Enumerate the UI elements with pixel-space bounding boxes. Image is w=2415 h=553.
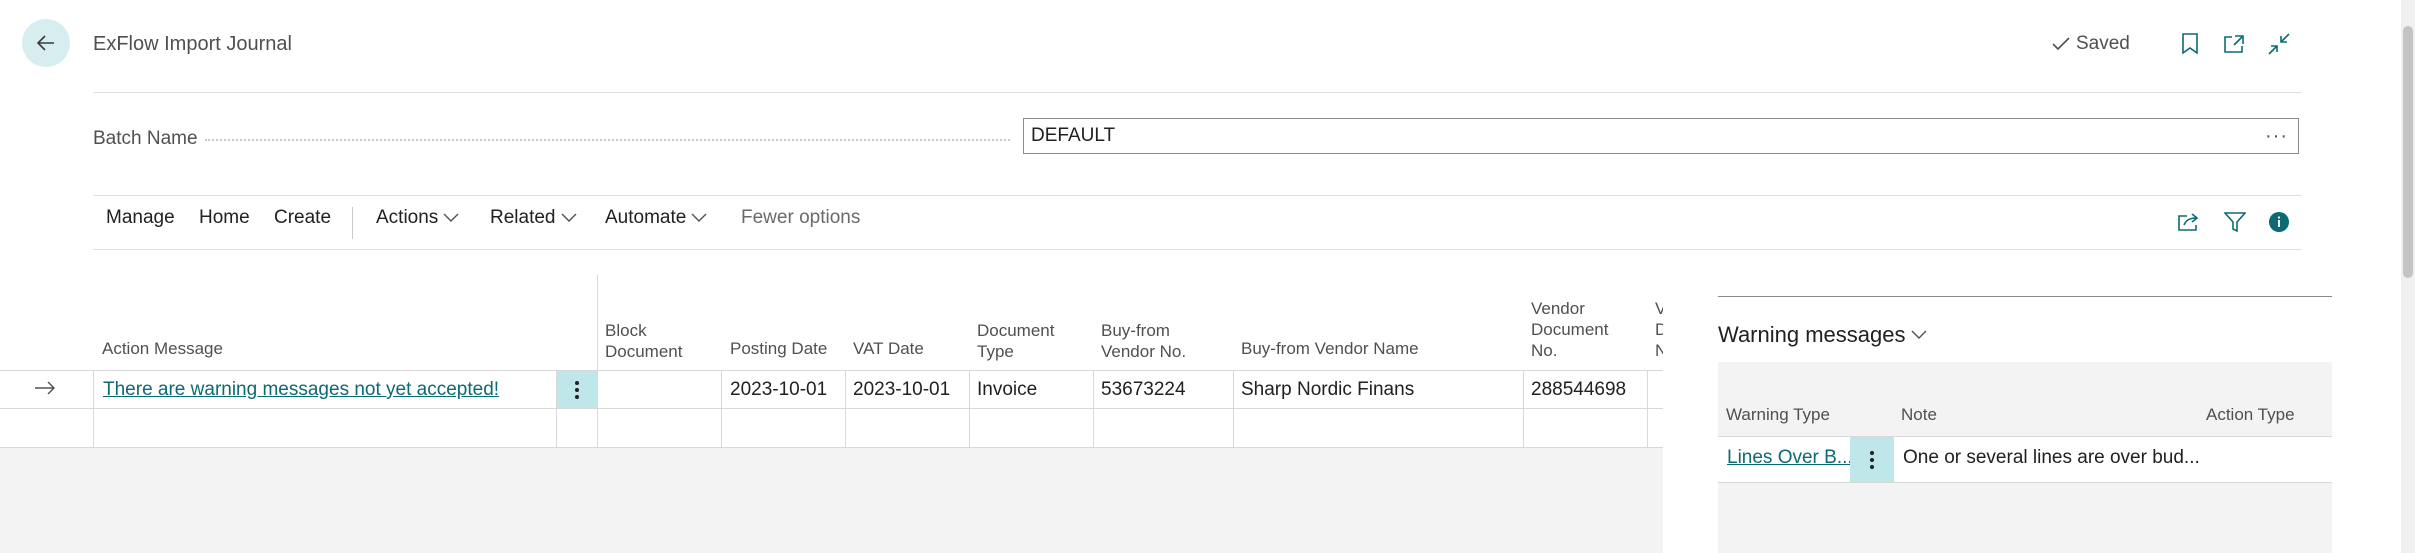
- actionbar-separator: [352, 207, 353, 239]
- grid-col-line: [721, 370, 722, 448]
- document-type-cell[interactable]: Invoice: [977, 379, 1037, 401]
- share-button[interactable]: [2175, 208, 2203, 236]
- vertical-ellipsis-icon: [575, 380, 579, 399]
- vendor-document-no-cell[interactable]: 288544698: [1531, 379, 1626, 401]
- warning-messages-toggle[interactable]: Warning messages: [1718, 322, 1927, 348]
- actionbar-top-divider: [93, 195, 2302, 196]
- open-in-new-window-button[interactable]: [2220, 30, 2248, 58]
- chevron-down-icon: [561, 213, 576, 222]
- collapse-button[interactable]: [2265, 30, 2293, 58]
- filter-icon: [2224, 212, 2246, 233]
- grid-col-line: [1093, 370, 1094, 448]
- grid-col-line: [1647, 370, 1648, 448]
- info-icon: [2269, 212, 2289, 232]
- col-buy-from-vendor-no[interactable]: Buy-from Vendor No.: [1101, 320, 1186, 362]
- col-vat-date[interactable]: VAT Date: [853, 338, 924, 359]
- panel-top-divider: [1718, 296, 2332, 297]
- batch-name-value: DEFAULT: [1031, 125, 1116, 146]
- col-document-type[interactable]: Document Type: [977, 320, 1054, 362]
- chevron-down-icon: [691, 213, 707, 222]
- warning-type-link[interactable]: Lines Over B...: [1727, 447, 1853, 469]
- posting-date-cell[interactable]: 2023-10-01: [730, 379, 827, 401]
- arrow-left-icon: [36, 35, 54, 51]
- vendor-no-cell[interactable]: 53673224: [1101, 379, 1186, 401]
- saved-status: Saved: [2052, 33, 2130, 55]
- bookmark-icon: [2182, 33, 2198, 55]
- col-action-type[interactable]: Action Type: [2206, 404, 2295, 425]
- grid-row-line: [0, 408, 1663, 409]
- scrollbar-thumb[interactable]: [2403, 26, 2413, 278]
- menu-create[interactable]: Create: [274, 207, 331, 229]
- collapse-icon: [2268, 33, 2290, 55]
- share-icon: [2178, 213, 2199, 231]
- back-button[interactable]: [22, 19, 70, 67]
- chevron-down-icon: [443, 213, 459, 222]
- action-message-link[interactable]: There are warning messages not yet accep…: [103, 379, 499, 401]
- vertical-ellipsis-icon: [1870, 450, 1874, 469]
- current-row-indicator: [34, 380, 56, 401]
- page-title: ExFlow Import Journal: [93, 33, 292, 55]
- fewer-options-button[interactable]: Fewer options: [741, 207, 860, 229]
- open-in-new-window-icon: [2224, 35, 2244, 53]
- grid-col-line: [1233, 370, 1234, 448]
- col-warning-type[interactable]: Warning Type: [1726, 404, 1830, 425]
- field-leader-dots: [205, 139, 1010, 141]
- grid-header-line: [0, 370, 1663, 371]
- col-truncated[interactable]: VDN: [1655, 298, 1663, 361]
- menu-manage[interactable]: Manage: [106, 207, 175, 229]
- row-menu-button[interactable]: [557, 371, 597, 408]
- vat-date-cell[interactable]: 2023-10-01: [853, 379, 950, 401]
- warning-note-cell[interactable]: One or several lines are over bud...: [1903, 447, 2200, 469]
- grid-empty-area: [0, 448, 1663, 553]
- col-note[interactable]: Note: [1901, 404, 1937, 425]
- batch-name-label: Batch Name: [93, 128, 198, 149]
- batch-name-input[interactable]: DEFAULT ···: [1023, 118, 2299, 154]
- grid-row-line: [0, 447, 1663, 448]
- col-buy-from-vendor-name[interactable]: Buy-from Vendor Name: [1241, 338, 1419, 359]
- col-posting-date[interactable]: Posting Date: [730, 338, 827, 359]
- info-button[interactable]: [2265, 208, 2293, 236]
- warning-row-line: [1718, 482, 2332, 483]
- vendor-name-cell[interactable]: Sharp Nordic Finans: [1241, 379, 1414, 401]
- menu-automate[interactable]: Automate: [605, 207, 707, 229]
- grid-col-line: [597, 275, 598, 448]
- warning-row-line: [1718, 436, 2332, 437]
- batch-name-lookup-button[interactable]: ···: [2265, 125, 2288, 148]
- grid-col-line: [969, 370, 970, 448]
- menu-home[interactable]: Home: [199, 207, 250, 229]
- arrow-right-icon: [35, 381, 55, 395]
- saved-label: Saved: [2076, 33, 2130, 54]
- col-vendor-document-no[interactable]: Vendor Document No.: [1531, 298, 1608, 361]
- grid-col-line: [845, 370, 846, 448]
- warning-messages-title: Warning messages: [1718, 322, 1906, 347]
- grid-col-line: [93, 370, 94, 448]
- warning-row-menu-button[interactable]: [1850, 437, 1894, 482]
- menu-related[interactable]: Related: [490, 207, 577, 229]
- menu-actions[interactable]: Actions: [376, 207, 459, 229]
- grid-col-line: [1523, 370, 1524, 448]
- col-block-document[interactable]: Block Document: [605, 320, 682, 362]
- checkmark-icon: [2052, 37, 2070, 51]
- chevron-down-icon: [1911, 330, 1927, 339]
- header-divider: [93, 92, 2302, 93]
- filter-button[interactable]: [2221, 208, 2249, 236]
- bookmark-button[interactable]: [2176, 30, 2204, 58]
- actionbar-bottom-divider: [93, 249, 2302, 250]
- col-action-message[interactable]: Action Message: [102, 338, 223, 359]
